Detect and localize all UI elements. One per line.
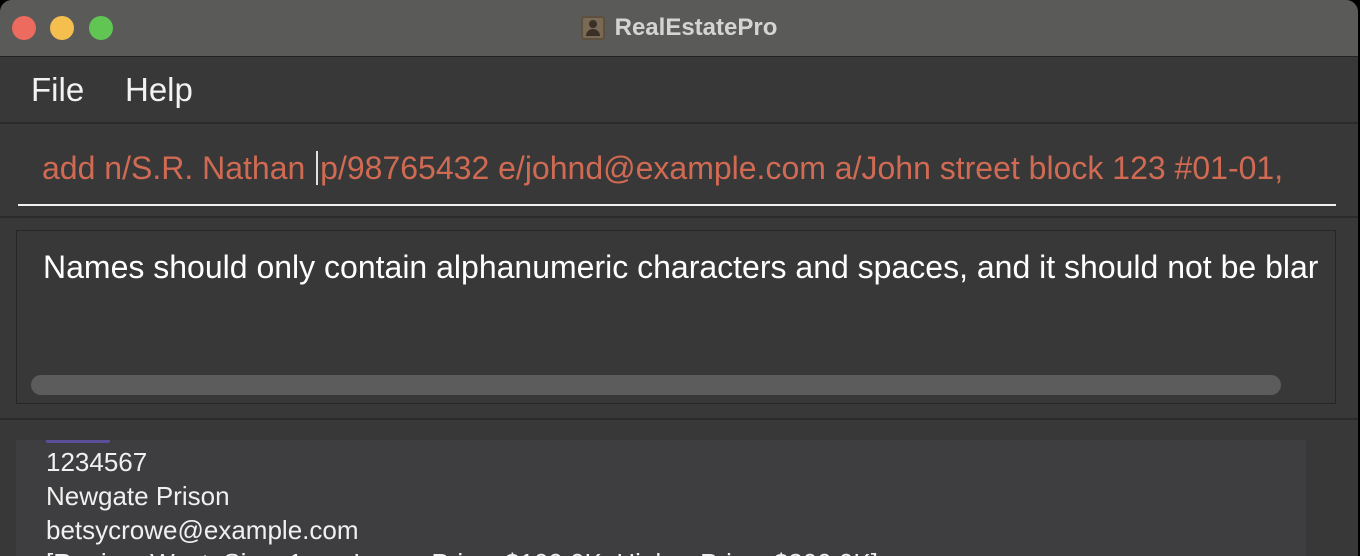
command-input[interactable]: add n/S.R. Nathan p/98765432 e/johnd@exa… xyxy=(18,146,1336,206)
result-section: Names should only contain alphanumeric c… xyxy=(0,218,1358,420)
person-phone: 1234567 xyxy=(46,447,148,477)
result-display[interactable]: Names should only contain alphanumeric c… xyxy=(16,230,1336,404)
horizontal-scrollbar[interactable] xyxy=(31,375,1281,395)
person-address: Newgate Prison xyxy=(46,481,230,511)
command-text-after-caret: p/98765432 e/johnd@example.com a/John st… xyxy=(320,150,1284,186)
result-message: Names should only contain alphanumeric c… xyxy=(43,249,1319,285)
person-card[interactable]: 1234567 Newgate Prison betsycrowe@exampl… xyxy=(16,440,1306,556)
menu-bar: File Help xyxy=(0,57,1358,124)
text-caret xyxy=(316,151,319,185)
command-section: add n/S.R. Nathan p/98765432 e/johnd@exa… xyxy=(0,124,1358,218)
tag-badge xyxy=(46,440,110,443)
person-list[interactable]: 1234567 Newgate Prison betsycrowe@exampl… xyxy=(0,420,1358,556)
title-group: RealEstatePro xyxy=(0,13,1358,43)
person-email: betsycrowe@example.com xyxy=(46,515,359,545)
window-title: RealEstatePro xyxy=(614,14,778,41)
command-text: add n/S.R. Nathan p/98765432 e/johnd@exa… xyxy=(42,150,1283,187)
title-bar: RealEstatePro xyxy=(0,0,1358,57)
command-text-before-caret: add n/S.R. Nathan xyxy=(42,150,315,186)
app-contacts-icon xyxy=(580,16,605,40)
app-window: RealEstatePro File Help add n/S.R. Natha… xyxy=(0,0,1358,556)
menu-help[interactable]: Help xyxy=(125,71,193,109)
person-preferences: [Region: West, Size: 1, ...; Lower Price… xyxy=(46,548,878,556)
menu-file[interactable]: File xyxy=(31,71,84,109)
